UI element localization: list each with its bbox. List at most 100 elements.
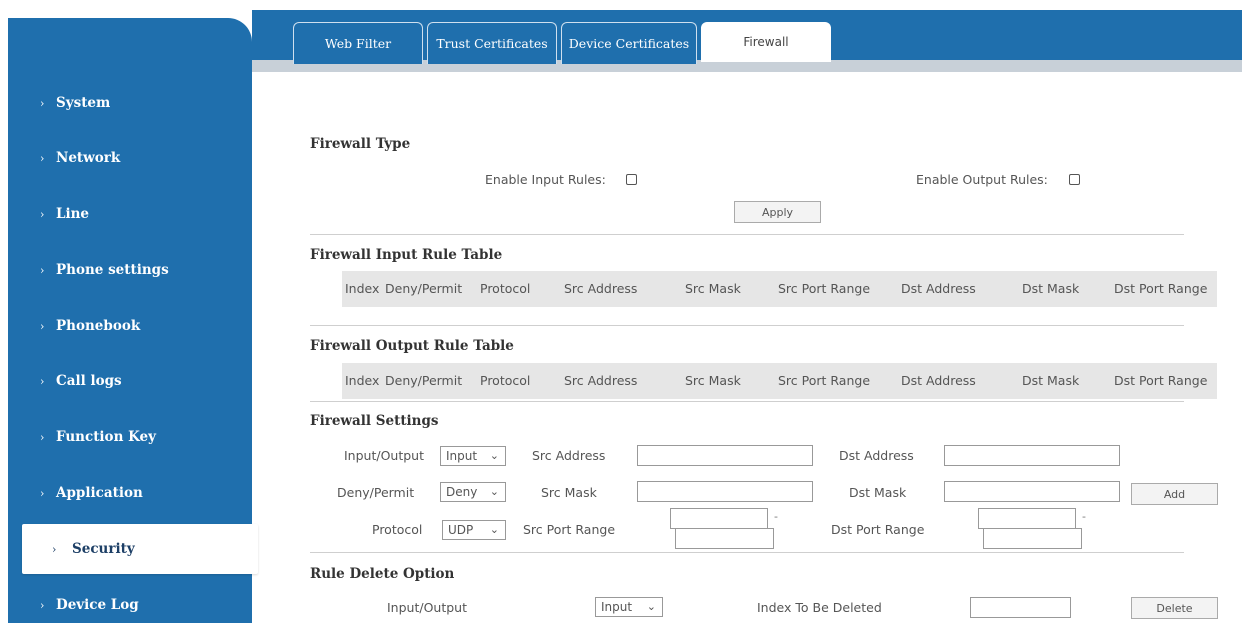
input-output-label: Input/Output xyxy=(344,448,424,463)
tab-device-certificates[interactable]: Device Certificates xyxy=(561,22,697,64)
tab-firewall[interactable]: Firewall xyxy=(701,22,831,62)
column-header: Src Mask xyxy=(685,281,741,296)
chevron-down-icon: ⌄ xyxy=(489,523,499,536)
column-header: Dst Address xyxy=(901,281,976,296)
delete-input-output-value: Input xyxy=(601,600,633,614)
enable-input-rules-checkbox[interactable] xyxy=(626,174,637,185)
output-rule-table-header: Index Deny/Permit Protocol Src Address S… xyxy=(342,363,1217,399)
src-port-range-end-input[interactable] xyxy=(675,528,774,549)
src-mask-input[interactable] xyxy=(637,481,813,502)
chevron-right-icon: › xyxy=(40,598,45,612)
tab-web-filter[interactable]: Web Filter xyxy=(293,22,423,64)
column-header: Protocol xyxy=(480,281,531,296)
input-output-value: Input xyxy=(446,449,478,463)
sidebar-item-phonebook[interactable]: › Phonebook xyxy=(8,303,248,349)
protocol-label: Protocol xyxy=(372,522,423,537)
firewall-type-title: Firewall Type xyxy=(310,136,411,152)
input-rule-table-header: Index Deny/Permit Protocol Src Address S… xyxy=(342,271,1217,307)
chevron-right-icon: › xyxy=(40,263,45,277)
delete-input-output-select[interactable]: Input ⌄ xyxy=(595,597,663,617)
sidebar-item-label: Device Log xyxy=(56,597,139,613)
input-output-select[interactable]: Input ⌄ xyxy=(440,446,506,466)
index-to-be-deleted-input[interactable] xyxy=(970,597,1071,618)
range-separator: - xyxy=(1082,510,1086,523)
column-header: Dst Port Range xyxy=(1114,281,1208,296)
enable-output-rules-label: Enable Output Rules: xyxy=(916,172,1048,187)
delete-input-output-label: Input/Output xyxy=(387,600,467,615)
dst-address-input[interactable] xyxy=(944,445,1120,466)
dst-mask-label: Dst Mask xyxy=(849,485,907,500)
src-address-input[interactable] xyxy=(637,445,813,466)
dst-port-range-end-input[interactable] xyxy=(983,528,1082,549)
chevron-right-icon: › xyxy=(40,319,45,333)
src-port-range-start-input[interactable] xyxy=(670,508,768,529)
chevron-right-icon: › xyxy=(40,374,45,388)
sidebar-item-label: Network xyxy=(56,150,121,166)
enable-output-rules-checkbox[interactable] xyxy=(1069,174,1080,185)
column-header: Src Address xyxy=(564,373,638,388)
chevron-right-icon: › xyxy=(40,207,45,221)
sidebar-item-device-log[interactable]: › Device Log xyxy=(8,582,248,623)
divider xyxy=(310,401,1184,402)
range-separator: - xyxy=(774,510,778,523)
output-rule-table-title: Firewall Output Rule Table xyxy=(310,338,514,354)
sidebar-item-security[interactable]: › Security xyxy=(22,524,258,574)
sidebar-item-label: Call logs xyxy=(56,373,122,389)
main-content: Firewall Type Enable Input Rules: Enable… xyxy=(252,72,1242,623)
apply-button[interactable]: Apply xyxy=(734,201,821,223)
sidebar-item-label: Security xyxy=(72,541,135,557)
sidebar: › System › Network › Line › Phone settin… xyxy=(8,18,258,623)
sidebar-item-network[interactable]: › Network xyxy=(8,135,248,181)
column-header: Index xyxy=(345,373,380,388)
src-address-label: Src Address xyxy=(532,448,606,463)
column-header: Deny/Permit xyxy=(385,373,463,388)
deny-permit-select[interactable]: Deny ⌄ xyxy=(440,482,506,502)
column-header: Dst Port Range xyxy=(1114,373,1208,388)
enable-input-rules-label: Enable Input Rules: xyxy=(485,172,606,187)
dst-mask-input[interactable] xyxy=(944,481,1120,502)
divider xyxy=(310,552,1184,553)
rule-delete-title: Rule Delete Option xyxy=(310,566,455,582)
index-to-be-deleted-label: Index To Be Deleted xyxy=(757,600,882,615)
sidebar-item-line[interactable]: › Line xyxy=(8,191,248,237)
deny-permit-value: Deny xyxy=(446,485,478,499)
sidebar-item-call-logs[interactable]: › Call logs xyxy=(8,358,248,404)
sidebar-item-label: Function Key xyxy=(56,429,156,445)
sidebar-item-function-key[interactable]: › Function Key xyxy=(8,414,248,460)
chevron-right-icon: › xyxy=(40,430,45,444)
chevron-right-icon: › xyxy=(40,486,45,500)
column-header: Dst Mask xyxy=(1022,281,1080,296)
chevron-right-icon: › xyxy=(40,96,45,110)
sidebar-item-application[interactable]: › Application xyxy=(8,470,248,516)
dst-port-range-label: Dst Port Range xyxy=(831,522,925,537)
column-header: Src Mask xyxy=(685,373,741,388)
dst-address-label: Dst Address xyxy=(839,448,914,463)
chevron-right-icon: › xyxy=(52,542,57,556)
sidebar-item-label: Phone settings xyxy=(56,262,169,278)
sidebar-item-label: Phonebook xyxy=(56,318,141,334)
chevron-down-icon: ⌄ xyxy=(489,485,499,498)
sidebar-item-phone-settings[interactable]: › Phone settings xyxy=(8,247,248,293)
sidebar-item-system[interactable]: › System xyxy=(8,80,248,126)
firewall-settings-title: Firewall Settings xyxy=(310,413,439,429)
src-port-range-label: Src Port Range xyxy=(523,522,616,537)
column-header: Deny/Permit xyxy=(385,281,463,296)
protocol-value: UDP xyxy=(448,523,474,537)
add-button[interactable]: Add xyxy=(1131,483,1218,505)
column-header: Src Port Range xyxy=(778,373,871,388)
protocol-select[interactable]: UDP ⌄ xyxy=(442,520,506,540)
column-header: Src Port Range xyxy=(778,281,871,296)
column-header: Dst Mask xyxy=(1022,373,1080,388)
tab-trust-certificates[interactable]: Trust Certificates xyxy=(427,22,557,64)
chevron-right-icon: › xyxy=(40,151,45,165)
column-header: Index xyxy=(345,281,380,296)
deny-permit-label: Deny/Permit xyxy=(337,485,415,500)
chevron-down-icon: ⌄ xyxy=(489,449,499,462)
divider xyxy=(310,325,1184,326)
delete-button[interactable]: Delete xyxy=(1131,597,1218,619)
chevron-down-icon: ⌄ xyxy=(646,600,656,613)
sidebar-item-label: Line xyxy=(56,206,90,222)
column-header: Dst Address xyxy=(901,373,976,388)
dst-port-range-start-input[interactable] xyxy=(978,508,1076,529)
src-mask-label: Src Mask xyxy=(541,485,597,500)
